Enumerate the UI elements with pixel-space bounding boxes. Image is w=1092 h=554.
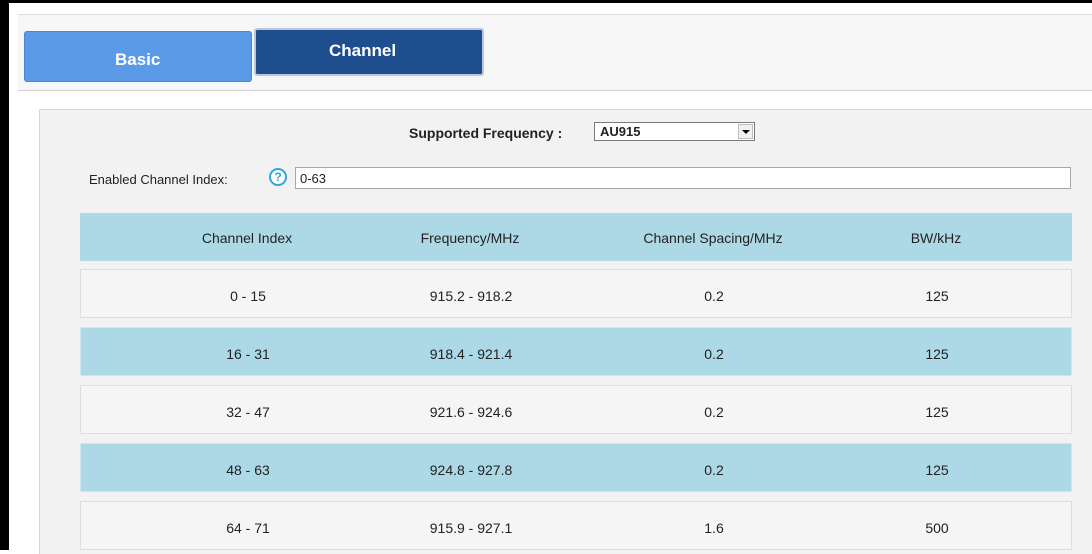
- cell-frequency: 915.9 - 927.1: [429, 520, 513, 536]
- cell-frequency: 921.6 - 924.6: [429, 404, 513, 420]
- cell-channel-spacing: 0.2: [704, 288, 724, 304]
- header-frequency: Frequency/MHz: [420, 230, 520, 246]
- supported-frequency-select[interactable]: AU915: [594, 122, 755, 141]
- cell-channel-index: 0 - 15: [230, 288, 266, 304]
- cell-bandwidth: 125: [925, 462, 949, 478]
- chevron-down-icon[interactable]: [738, 124, 753, 139]
- cell-channel-spacing: 0.2: [704, 346, 724, 362]
- tab-basic[interactable]: Basic: [24, 31, 252, 82]
- enabled-channel-index-label: Enabled Channel Index:: [89, 172, 228, 187]
- cell-channel-index: 32 - 47: [226, 404, 270, 420]
- table-row: 48 - 63 924.8 - 927.8 0.2 125: [80, 443, 1072, 492]
- table-row: 16 - 31 918.4 - 921.4 0.2 125: [80, 327, 1072, 376]
- cell-channel-spacing: 0.2: [704, 462, 724, 478]
- cell-bandwidth: 125: [925, 346, 949, 362]
- cell-channel-index: 64 - 71: [226, 520, 270, 536]
- cell-bandwidth: 125: [925, 404, 949, 420]
- table-header-row: Channel Index Frequency/MHz Channel Spac…: [80, 213, 1072, 261]
- enabled-channel-index-row: Enabled Channel Index: ?: [89, 167, 1071, 191]
- supported-frequency-value: AU915: [600, 124, 641, 139]
- header-bandwidth: BW/kHz: [910, 230, 962, 246]
- table-row: 0 - 15 915.2 - 918.2 0.2 125: [80, 269, 1072, 318]
- cell-frequency: 915.2 - 918.2: [429, 288, 513, 304]
- cell-channel-spacing: 1.6: [704, 520, 724, 536]
- channel-panel: Supported Frequency : AU915 Enabled Chan…: [39, 109, 1092, 554]
- tab-channel[interactable]: Channel: [254, 28, 484, 76]
- enabled-channel-index-input[interactable]: [295, 167, 1071, 189]
- help-icon[interactable]: ?: [269, 168, 287, 186]
- cell-frequency: 918.4 - 921.4: [429, 346, 513, 362]
- app-frame: Basic Channel Supported Frequency : AU91…: [0, 0, 1092, 554]
- cell-channel-index: 16 - 31: [226, 346, 270, 362]
- supported-frequency-label: Supported Frequency :: [409, 125, 563, 141]
- table-row: 32 - 47 921.6 - 924.6 0.2 125: [80, 385, 1072, 434]
- header-channel-spacing: Channel Spacing/MHz: [643, 230, 783, 246]
- header-channel-index: Channel Index: [201, 230, 293, 246]
- tab-bar: Basic Channel: [18, 14, 1092, 91]
- cell-bandwidth: 500: [925, 520, 949, 536]
- cell-frequency: 924.8 - 927.8: [429, 462, 513, 478]
- cell-channel-spacing: 0.2: [704, 404, 724, 420]
- table-row: 64 - 71 915.9 - 927.1 1.6 500: [80, 501, 1072, 550]
- cell-bandwidth: 125: [925, 288, 949, 304]
- cell-channel-index: 48 - 63: [226, 462, 270, 478]
